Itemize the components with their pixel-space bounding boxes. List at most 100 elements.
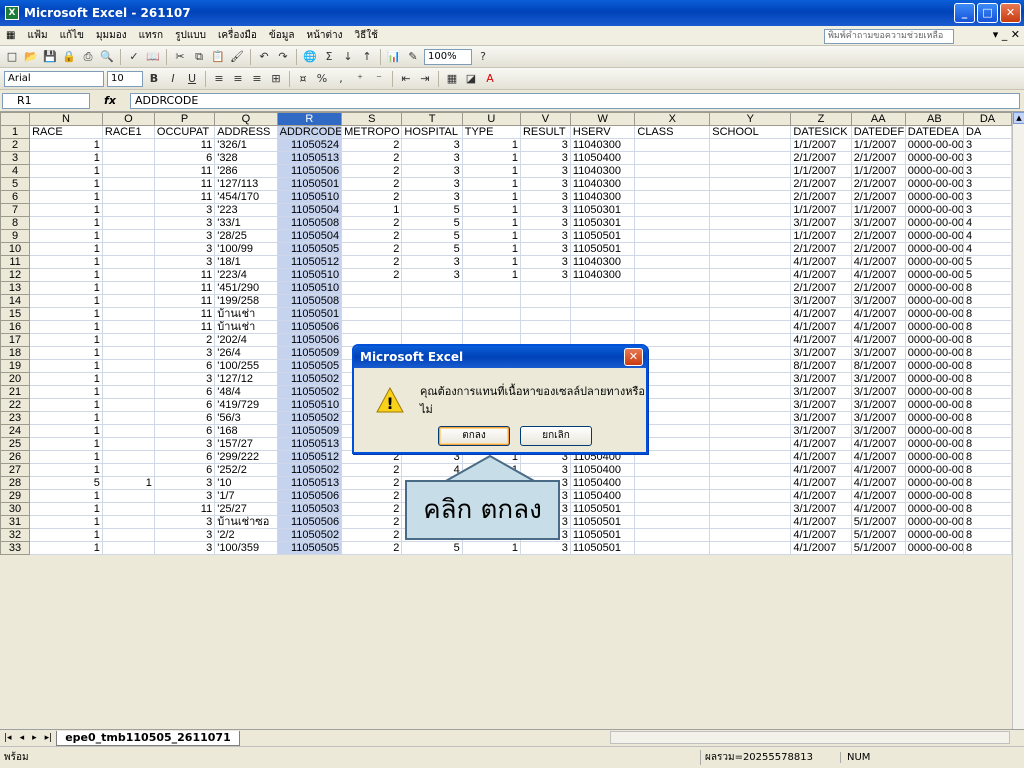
- cell[interactable]: 3: [153, 229, 216, 243]
- font-size-select[interactable]: 10: [107, 70, 143, 87]
- cell[interactable]: '286: [214, 164, 278, 178]
- cell[interactable]: 8: [963, 437, 1012, 451]
- cell[interactable]: 3: [401, 151, 463, 165]
- cell[interactable]: '100/99: [214, 242, 278, 256]
- column-header-v[interactable]: V: [519, 112, 571, 126]
- cell[interactable]: [569, 281, 636, 295]
- cell[interactable]: [101, 450, 155, 464]
- cell[interactable]: 3: [963, 177, 1012, 191]
- drawing-icon[interactable]: ✎: [405, 49, 421, 65]
- cell[interactable]: 5: [963, 255, 1012, 269]
- maximize-button[interactable]: □: [977, 3, 998, 23]
- decrease-indent-icon[interactable]: ⇤: [398, 71, 414, 87]
- cell[interactable]: 3: [519, 177, 571, 191]
- cut-icon[interactable]: ✂: [172, 49, 188, 65]
- cell[interactable]: 2/1/2007: [790, 151, 852, 165]
- chart-wizard-icon[interactable]: 📊: [386, 49, 402, 65]
- print-preview-icon[interactable]: 🔍: [99, 49, 115, 65]
- cell[interactable]: OCCUPAT: [153, 125, 216, 139]
- sort-descending-icon[interactable]: ↑: [359, 49, 375, 65]
- cell[interactable]: 3: [401, 268, 463, 282]
- zoom-select[interactable]: 100%: [424, 48, 472, 65]
- row-header[interactable]: 10: [0, 242, 31, 256]
- cell[interactable]: 11040300: [569, 138, 636, 152]
- cell[interactable]: 11050509: [276, 346, 343, 360]
- cell[interactable]: [634, 242, 711, 256]
- cell[interactable]: '48/4: [214, 385, 278, 399]
- cell[interactable]: 1: [29, 450, 103, 464]
- cell[interactable]: 0000-00-00: [904, 203, 965, 217]
- row-header[interactable]: 19: [0, 359, 31, 373]
- cell[interactable]: 1: [461, 268, 521, 282]
- ok-button[interactable]: ตกลง: [438, 426, 510, 446]
- cell[interactable]: [709, 164, 792, 178]
- cell[interactable]: 8: [963, 333, 1012, 347]
- cell[interactable]: 3: [519, 216, 571, 230]
- cell[interactable]: 3: [153, 255, 216, 269]
- cell[interactable]: 3: [401, 190, 463, 204]
- cell[interactable]: [709, 216, 792, 230]
- row-header[interactable]: 5: [0, 177, 31, 191]
- cell[interactable]: 2: [341, 502, 403, 516]
- cell[interactable]: [101, 268, 155, 282]
- cell[interactable]: 2: [341, 216, 403, 230]
- cell[interactable]: 1: [29, 359, 103, 373]
- cell[interactable]: 1: [29, 203, 103, 217]
- cell[interactable]: 5: [401, 216, 463, 230]
- cell[interactable]: 3/1/2007: [790, 294, 852, 308]
- cell[interactable]: บ้านเช่า: [214, 320, 278, 334]
- cell[interactable]: 0000-00-00: [904, 476, 965, 490]
- cell[interactable]: 4/1/2007: [790, 437, 852, 451]
- cell[interactable]: 2: [341, 476, 403, 490]
- cell[interactable]: [634, 151, 711, 165]
- cell[interactable]: 0000-00-00: [904, 138, 965, 152]
- cell[interactable]: 3: [519, 242, 571, 256]
- cell[interactable]: 1/1/2007: [850, 138, 906, 152]
- cell[interactable]: 1: [461, 229, 521, 243]
- bold-button[interactable]: B: [146, 71, 162, 87]
- cell[interactable]: 1: [29, 307, 103, 321]
- cell[interactable]: 2: [341, 177, 403, 191]
- cell[interactable]: 11050506: [276, 489, 343, 503]
- cell[interactable]: 1: [29, 268, 103, 282]
- cell[interactable]: 0000-00-00: [904, 372, 965, 386]
- cell[interactable]: 3: [153, 437, 216, 451]
- cell[interactable]: 0000-00-00: [904, 190, 965, 204]
- cell[interactable]: '26/4: [214, 346, 278, 360]
- cell[interactable]: [101, 164, 155, 178]
- cell[interactable]: 1/1/2007: [850, 203, 906, 217]
- cell[interactable]: 11050510: [276, 281, 343, 295]
- row-header[interactable]: 30: [0, 502, 31, 516]
- cell[interactable]: 11: [153, 138, 216, 152]
- cell[interactable]: 0000-00-00: [904, 216, 965, 230]
- cell[interactable]: 11050508: [276, 294, 343, 308]
- minimize-button[interactable]: _: [954, 3, 975, 23]
- percent-icon[interactable]: %: [314, 71, 330, 87]
- cell[interactable]: 3/1/2007: [850, 424, 906, 438]
- cell[interactable]: 0000-00-00: [904, 424, 965, 438]
- cell[interactable]: 6: [153, 398, 216, 412]
- cell[interactable]: SCHOOL: [709, 125, 792, 139]
- cell[interactable]: '25/27: [214, 502, 278, 516]
- cell[interactable]: 11050506: [276, 515, 343, 529]
- cell[interactable]: 4/1/2007: [790, 515, 852, 529]
- cell[interactable]: 11050501: [569, 541, 636, 555]
- cell[interactable]: 3: [153, 541, 216, 555]
- cell[interactable]: [101, 138, 155, 152]
- cell[interactable]: 1: [29, 138, 103, 152]
- column-header-r[interactable]: R: [276, 112, 343, 126]
- cell[interactable]: 11050501: [276, 307, 343, 321]
- cell[interactable]: RACE1: [101, 125, 155, 139]
- menu-help[interactable]: วิธีใช้: [349, 28, 384, 43]
- copy-icon[interactable]: ⧉: [191, 49, 207, 65]
- cell[interactable]: 3: [153, 216, 216, 230]
- sheet-tab[interactable]: epe0_tmb110505_2611071: [56, 730, 240, 746]
- cell[interactable]: 1: [29, 541, 103, 555]
- cell[interactable]: DATESICK: [790, 125, 852, 139]
- cell[interactable]: '223: [214, 203, 278, 217]
- cell[interactable]: 11: [153, 307, 216, 321]
- cell[interactable]: [709, 229, 792, 243]
- cell[interactable]: 1/1/2007: [790, 229, 852, 243]
- cell[interactable]: 0000-00-00: [904, 450, 965, 464]
- cell[interactable]: [101, 255, 155, 269]
